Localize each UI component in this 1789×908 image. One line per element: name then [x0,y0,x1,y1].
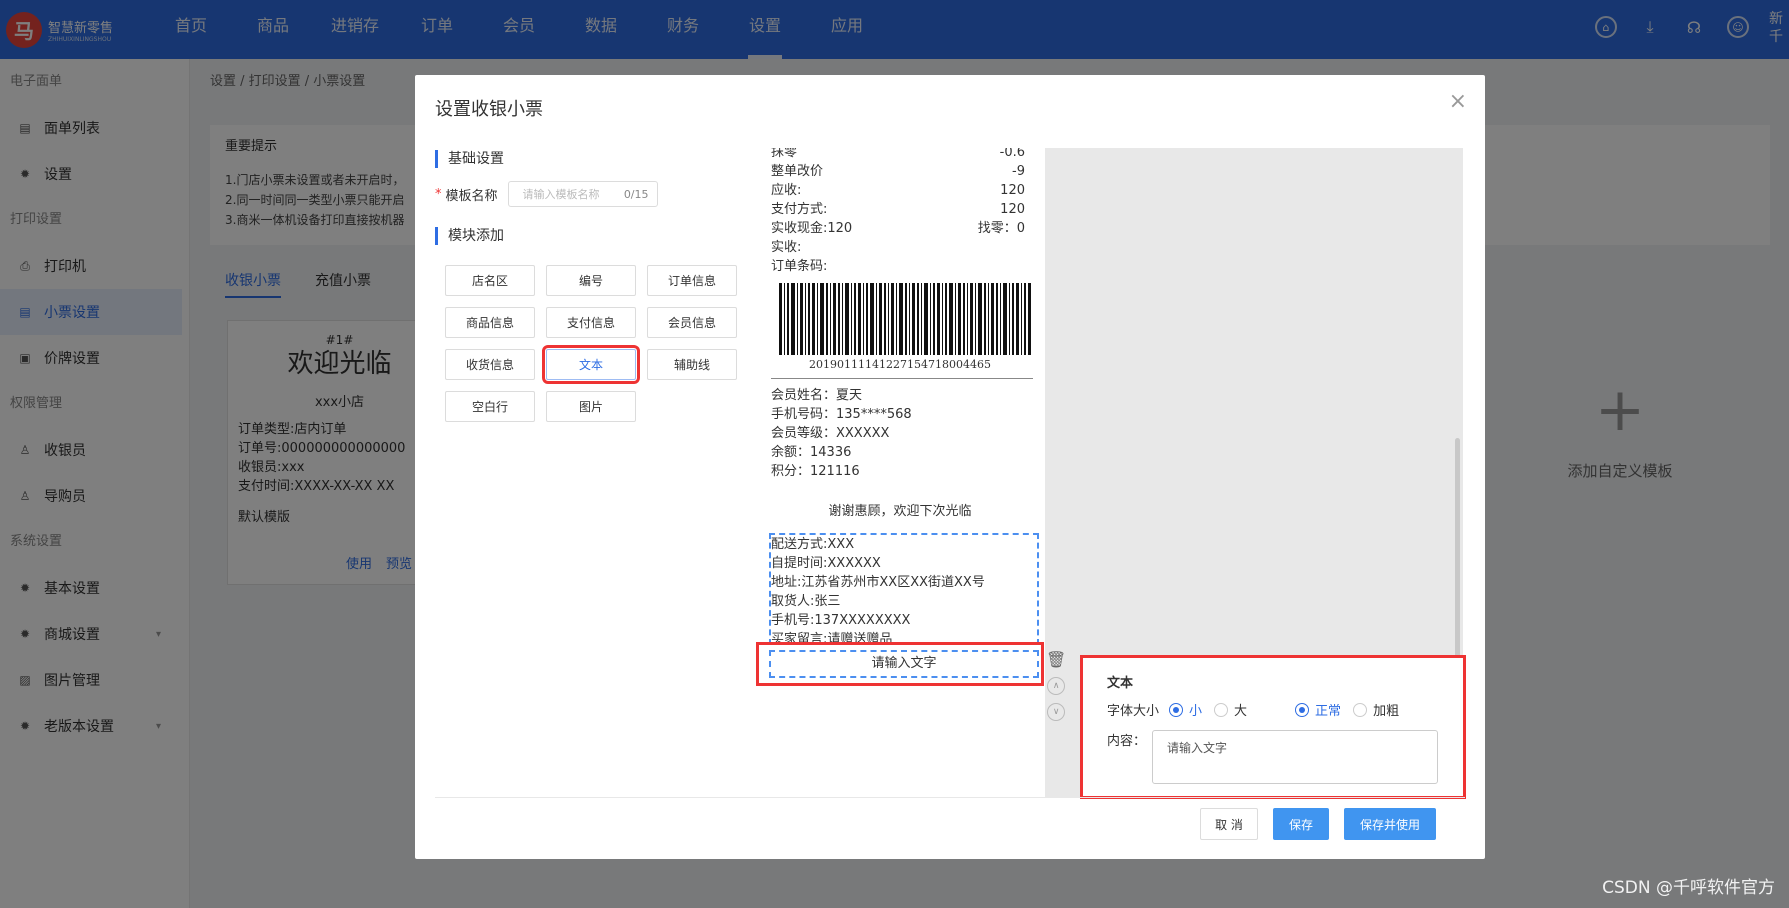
receipt-label: 实收现金:120 [771,221,853,236]
receipt-value: -9 [1012,164,1025,179]
dialog-footer-divider [435,797,1465,798]
receipt-label: 抹零 [771,148,798,160]
module-grid: 店名区 编号 订单信息 商品信息 支付信息 会员信息 收货信息 文本 辅助线 空… [445,265,737,422]
section-add-modules: 模块添加 [435,227,504,245]
receipt-label: 支付方式: [771,202,828,217]
chevron-up-icon[interactable]: ∧ [1047,677,1066,695]
member-balance: 余额：14336 [771,445,852,460]
receipt-value: -0.6 [999,148,1025,160]
receipt-value: 120 [1000,183,1025,198]
receipt-label: 应收: [771,183,802,198]
module-number[interactable]: 编号 [546,265,636,296]
module-divider[interactable]: 辅助线 [647,349,737,380]
module-blank-line[interactable]: 空白行 [445,391,535,422]
chevron-down-icon[interactable]: ∨ [1047,703,1066,721]
member-phone: 手机号码：135****568 [771,407,912,422]
receipt-paper: 抹零 -0.6 整单改价 -9 应收: 120 支付方式: 120 实收现金:120 找零… [755,148,1045,798]
module-payment-info[interactable]: 支付信息 [546,307,636,338]
text-settings-panel: 文本 字体大小 小 大 正常 加粗 内容： 请输入文字 [1080,655,1466,799]
font-size-label: 字体大小 [1107,704,1160,719]
delivery-line: 手机号:137XXXXXXXX [771,613,911,628]
panel-title: 文本 [1107,676,1134,691]
cancel-button[interactable]: 取 消 [1200,808,1258,840]
barcode-number: 20190111141227154718004465 [809,358,991,371]
radio-checked-icon [1169,702,1184,717]
content-textarea[interactable]: 请输入文字 [1152,730,1439,784]
receipt-value: 120 [1000,202,1025,217]
module-text[interactable]: 文本 [542,345,640,384]
module-order-info[interactable]: 订单信息 [647,265,737,296]
required-mark: * [435,186,442,202]
module-member-info[interactable]: 会员信息 [647,307,737,338]
module-product-info[interactable]: 商品信息 [445,307,535,338]
member-points: 积分：121116 [771,464,860,479]
font-size-small-radio[interactable]: 小 [1169,700,1202,719]
watermark: CSDN @千呼软件官方 [1602,878,1775,898]
module-store-name[interactable]: 店名区 [445,265,535,296]
save-and-use-button[interactable]: 保存并使用 [1344,808,1436,840]
char-count: 0/15 [623,187,649,201]
radio-checked-icon [1295,702,1310,717]
member-level: 会员等级：XXXXXX [771,426,890,441]
section-basic-settings: 基础设置 [435,150,504,168]
receipt-label: 实收: [771,240,802,255]
save-button[interactable]: 保存 [1273,808,1329,840]
block-tools: 🗑 ∧ ∨ [1046,650,1066,721]
module-image[interactable]: 图片 [546,391,636,422]
receipt-label: 订单条码: [771,259,828,274]
content-label: 内容： [1107,734,1147,749]
receipt-settings-dialog: 设置收银小票 × 基础设置 * 模板名称 请输入模板名称 0/15 模块添加 店… [415,75,1485,859]
trash-icon[interactable]: 🗑 [1046,650,1066,669]
template-name-label: 模板名称 [445,188,498,204]
template-name-placeholder: 请输入模板名称 [522,188,600,201]
receipt-value: 找零：0 [977,221,1025,236]
font-weight-bold-radio[interactable]: 加粗 [1353,700,1399,719]
close-icon[interactable]: × [1449,89,1467,114]
delivery-line: 地址:江苏省苏州市XX区XX街道XX号 [771,575,985,590]
delivery-info-block[interactable]: 配送方式:XXX 自提时间:XXXXXX 地址:江苏省苏州市XX区XX街道XX号… [769,533,1039,645]
delivery-line: 配送方式:XXX [771,537,855,552]
radio-unchecked-icon [1353,702,1368,717]
radio-unchecked-icon [1214,702,1229,717]
divider-line [771,378,1033,379]
barcode [779,283,1031,355]
font-size-large-radio[interactable]: 大 [1214,700,1247,719]
delivery-line: 自提时间:XXXXXX [771,556,881,571]
dialog-title: 设置收银小票 [435,99,543,120]
delivery-line: 取货人:张三 [771,594,841,609]
receipt-label: 整单改价 [771,164,824,179]
member-name: 会员姓名：夏天 [771,388,863,403]
text-block-highlight [756,642,1044,686]
receipt-thanks: 谢谢惠顾，欢迎下次光临 [828,504,972,519]
font-weight-normal-radio[interactable]: 正常 [1295,700,1341,719]
template-name-input[interactable]: 请输入模板名称 0/15 [507,181,658,207]
module-delivery-info[interactable]: 收货信息 [445,349,535,380]
